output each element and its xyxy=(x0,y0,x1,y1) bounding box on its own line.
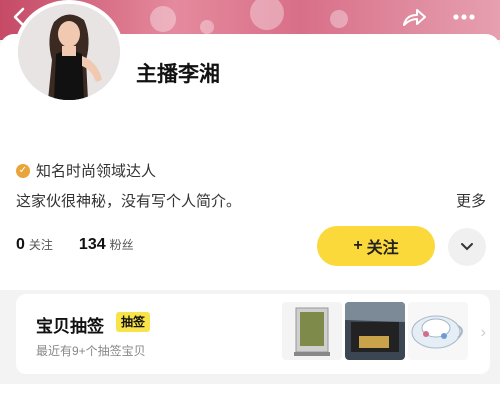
fans-count[interactable]: 134 xyxy=(79,236,106,254)
lottery-title: 宝贝抽签 xyxy=(36,317,104,336)
follow-button-label: 关注 xyxy=(366,240,399,257)
following-label[interactable]: 关注 xyxy=(29,236,53,253)
verified-label: 知名时尚领域达人 xyxy=(36,163,157,180)
profile-bio: 这家伙很神秘，没有写个人简介。 xyxy=(16,193,242,210)
product-thumbnail[interactable] xyxy=(345,302,405,360)
more-icon[interactable] xyxy=(450,6,478,32)
lottery-panel[interactable]: 宝贝抽签 抽签 最近有9+个抽签宝贝 › xyxy=(16,294,490,374)
following-count[interactable]: 0 xyxy=(16,236,25,254)
product-thumbnail[interactable] xyxy=(282,302,342,360)
next-section-strip xyxy=(0,384,500,410)
fans-label[interactable]: 粉丝 xyxy=(110,236,134,253)
share-icon[interactable] xyxy=(400,6,428,32)
verified-badge-row: ✓ 知名时尚领域达人 xyxy=(16,160,156,181)
follow-button[interactable]: + 关注 xyxy=(317,226,435,266)
banner-decoration xyxy=(330,10,348,28)
chevron-down-icon xyxy=(461,243,473,251)
plus-icon: + xyxy=(353,237,363,254)
profile-name: 主播李湘 xyxy=(136,63,220,86)
lottery-subtitle: 最近有9+个抽签宝贝 xyxy=(36,344,146,358)
chevron-right-icon: › xyxy=(480,324,486,341)
product-thumbnail[interactable] xyxy=(408,302,468,360)
expand-button[interactable] xyxy=(448,228,486,266)
more-link[interactable]: 更多 xyxy=(456,190,486,211)
avatar[interactable] xyxy=(14,0,124,104)
profile-stats: 0 关注 134 粉丝 xyxy=(16,236,134,254)
banner-decoration xyxy=(250,0,284,30)
verified-icon: ✓ xyxy=(16,163,30,178)
banner-decoration xyxy=(200,20,214,34)
lottery-tag: 抽签 xyxy=(116,312,151,332)
banner-decoration xyxy=(150,6,176,32)
